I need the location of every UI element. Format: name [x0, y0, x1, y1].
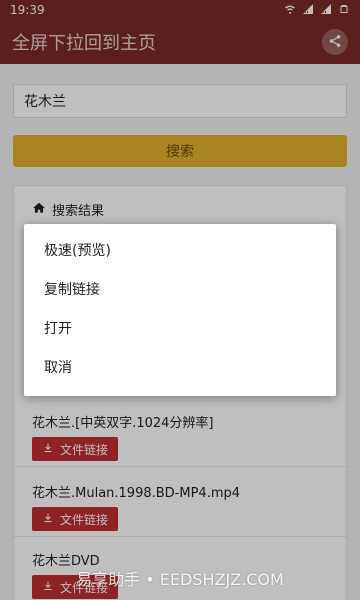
app-screen: 19:39 全屏下拉回到主页 花木兰 搜索 搜索结果 花木兰.[中英双字.102…	[0, 0, 360, 600]
menu-item-preview[interactable]: 极速(预览)	[24, 230, 336, 269]
menu-item-copy-link[interactable]: 复制链接	[24, 269, 336, 308]
menu-item-open[interactable]: 打开	[24, 308, 336, 347]
menu-item-label: 极速(预览)	[44, 242, 111, 259]
menu-item-label: 打开	[44, 320, 72, 337]
menu-item-label: 取消	[44, 359, 72, 376]
context-menu: 极速(预览) 复制链接 打开 取消	[24, 224, 336, 396]
menu-item-label: 复制链接	[44, 281, 100, 298]
watermark: 易享助手 • EEDSHZJZ.COM	[76, 570, 284, 589]
menu-item-cancel[interactable]: 取消	[24, 347, 336, 386]
